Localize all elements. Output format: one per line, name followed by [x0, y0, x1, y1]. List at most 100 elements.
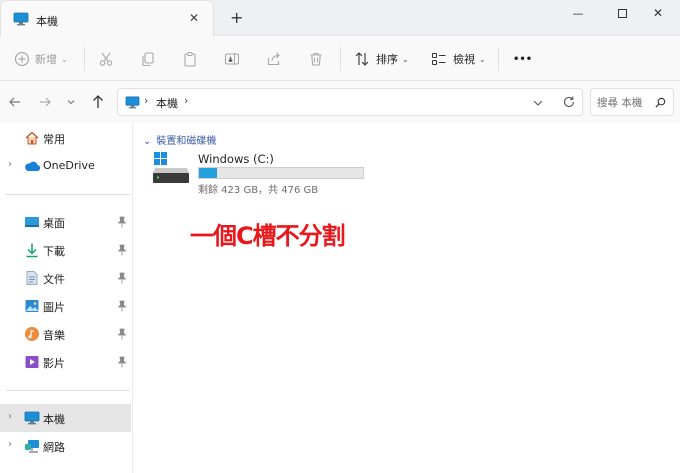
- share-icon: [267, 52, 280, 66]
- chevron-down-icon: ⌄: [479, 54, 486, 64]
- sidebar-item-pictures[interactable]: 圖片: [0, 292, 131, 320]
- copy-button[interactable]: [140, 37, 156, 81]
- tab-label: 本機: [36, 15, 58, 28]
- sidebar-item-label: 本機: [43, 413, 65, 426]
- sidebar-item-label: 文件: [43, 273, 65, 286]
- refresh-icon[interactable]: [562, 95, 576, 109]
- expand-chevron-icon[interactable]: ›: [8, 411, 12, 422]
- breadcrumb-this-pc[interactable]: 本機: [156, 95, 178, 111]
- title-bar: 本機 ✕ + — ✕: [0, 0, 680, 37]
- drive-name: Windows (C:): [198, 152, 274, 166]
- address-dropdown-chevron-icon[interactable]: [532, 98, 544, 108]
- pin-icon[interactable]: [117, 328, 127, 340]
- search-placeholder: 搜尋 本機: [597, 97, 643, 109]
- trash-icon: [310, 52, 322, 66]
- annotation-text: 一個C槽不分割: [190, 222, 346, 250]
- sidebar-item-label: 桌面: [43, 217, 65, 230]
- sidebar-item-downloads[interactable]: 下載: [0, 236, 131, 264]
- sidebar-item-label: 影片: [43, 357, 65, 370]
- chevron-down-icon: ⌄: [402, 54, 409, 64]
- sidebar-item-documents[interactable]: 文件: [0, 264, 131, 292]
- cut-button[interactable]: [98, 37, 114, 81]
- scissors-icon: [99, 52, 113, 66]
- more-icon: •••: [513, 53, 533, 65]
- minimize-icon: —: [572, 6, 584, 20]
- recent-locations-chevron-icon[interactable]: [66, 97, 76, 107]
- sidebar-item-network[interactable]: › 網路: [0, 432, 131, 460]
- sidebar-item-videos[interactable]: 影片: [0, 348, 131, 376]
- pin-icon[interactable]: [117, 272, 127, 284]
- navigation-pane: 常用 › OneDrive 桌面 下載 文件 圖片 音樂 影片 › 本機 › 網…: [0, 123, 133, 473]
- download-icon: [26, 243, 38, 258]
- up-arrow-icon[interactable]: [91, 94, 105, 109]
- sidebar-item-this-pc[interactable]: › 本機: [0, 404, 131, 432]
- search-input[interactable]: 搜尋 本機: [590, 88, 674, 116]
- pin-icon[interactable]: [117, 216, 127, 228]
- close-window-button[interactable]: ✕: [636, 0, 680, 26]
- paste-icon: [184, 52, 196, 67]
- pin-icon[interactable]: [117, 356, 127, 368]
- sidebar-item-onedrive[interactable]: › OneDrive: [0, 152, 131, 180]
- desktop-icon: [25, 217, 39, 227]
- divider: [498, 47, 499, 71]
- maximize-icon: [617, 8, 627, 18]
- sort-icon: [355, 52, 369, 66]
- sidebar-item-label: 圖片: [43, 301, 65, 314]
- documents-icon: [26, 271, 38, 285]
- minimize-button[interactable]: —: [556, 0, 600, 26]
- address-bar[interactable]: › 本機 ›: [117, 88, 583, 116]
- cloud-icon: [25, 161, 40, 172]
- copy-icon: [142, 52, 154, 67]
- sort-button[interactable]: 排序 ⌄: [354, 37, 409, 81]
- expand-chevron-icon[interactable]: ›: [8, 159, 12, 170]
- tab-this-pc[interactable]: 本機 ✕: [0, 0, 214, 37]
- divider: [6, 194, 130, 195]
- breadcrumb-separator-icon[interactable]: ›: [184, 94, 188, 107]
- videos-icon: [25, 356, 39, 368]
- drive-space-text: 剩餘 423 GB，共 476 GB: [198, 185, 319, 196]
- back-arrow-icon[interactable]: [8, 95, 22, 109]
- more-options-button[interactable]: •••: [513, 37, 532, 81]
- pin-icon[interactable]: [117, 244, 127, 256]
- pin-icon[interactable]: [117, 300, 127, 312]
- chevron-down-icon: ⌄: [61, 54, 68, 64]
- sidebar-item-music[interactable]: 音樂: [0, 320, 131, 348]
- view-button[interactable]: 檢視 ⌄: [431, 37, 486, 81]
- view-label: 檢視: [453, 53, 475, 66]
- tab-close-icon[interactable]: ✕: [189, 11, 199, 25]
- search-icon: [655, 97, 666, 108]
- command-bar: 新增 ⌄ 排序 ⌄ 檢視 ⌄ •••: [0, 37, 680, 81]
- hard-drive-icon: [153, 152, 189, 183]
- section-title: 裝置和磁碟機: [156, 136, 217, 147]
- sidebar-item-label: 網路: [43, 441, 65, 454]
- sidebar-item-label: 常用: [43, 133, 65, 146]
- this-pc-icon: [125, 96, 140, 109]
- sidebar-item-label: OneDrive: [43, 159, 95, 172]
- forward-arrow-icon[interactable]: [38, 95, 52, 109]
- sort-label: 排序: [376, 53, 398, 66]
- this-pc-icon: [24, 411, 40, 425]
- rename-button[interactable]: [224, 37, 240, 81]
- pictures-icon: [25, 300, 39, 312]
- new-tab-button[interactable]: +: [230, 8, 243, 27]
- rename-icon: [224, 53, 240, 65]
- divider: [340, 47, 341, 71]
- view-icon: [432, 53, 446, 65]
- sidebar-item-desktop[interactable]: 桌面: [0, 208, 131, 236]
- new-button[interactable]: 新增 ⌄: [14, 37, 68, 81]
- delete-button[interactable]: [308, 37, 324, 81]
- home-icon: [25, 131, 39, 145]
- this-pc-icon: [13, 12, 29, 26]
- divider: [6, 390, 130, 391]
- section-header-devices[interactable]: ⌄ 裝置和磁碟機: [143, 132, 216, 147]
- paste-button[interactable]: [182, 37, 198, 81]
- collapse-chevron-icon[interactable]: ⌄: [143, 136, 151, 147]
- breadcrumb-separator-icon[interactable]: ›: [144, 94, 148, 107]
- share-button[interactable]: [266, 37, 282, 81]
- add-icon: [14, 51, 30, 67]
- sidebar-item-label: 音樂: [43, 329, 65, 342]
- expand-chevron-icon[interactable]: ›: [8, 439, 12, 450]
- close-icon: ✕: [652, 6, 664, 20]
- sidebar-item-home[interactable]: 常用: [0, 124, 131, 152]
- divider: [84, 47, 85, 71]
